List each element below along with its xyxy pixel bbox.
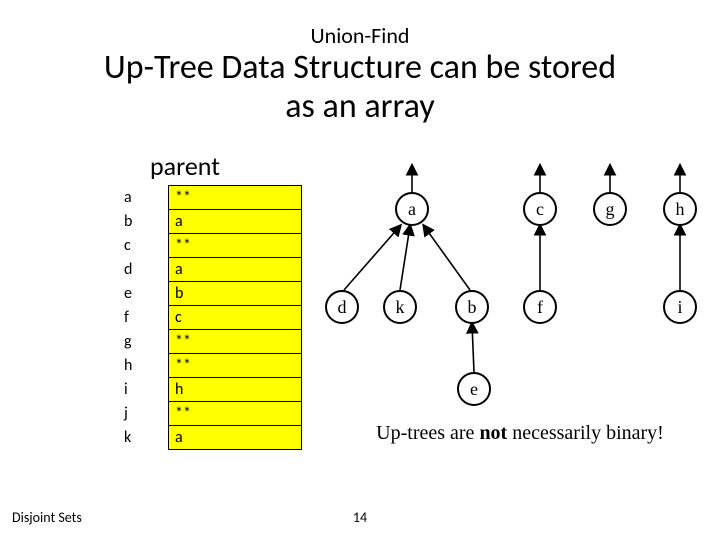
idx-cell: i <box>120 378 169 402</box>
idx-cell: d <box>120 258 169 282</box>
node-i: i <box>663 290 697 324</box>
table-row: a** <box>120 186 302 210</box>
slide-title: Up-Tree Data Structure can be stored as … <box>0 48 720 126</box>
node-d: d <box>325 290 359 324</box>
idx-cell: f <box>120 306 169 330</box>
table-row: c** <box>120 234 302 258</box>
up-tree-forest: a c g h d k b f i e <box>300 160 710 420</box>
idx-cell: h <box>120 354 169 378</box>
val-cell: ** <box>169 354 302 378</box>
val-cell: h <box>169 378 302 402</box>
val-cell: ** <box>169 330 302 354</box>
node-c: c <box>523 192 557 226</box>
table-row: g** <box>120 330 302 354</box>
parent-array-header: parent <box>150 150 220 182</box>
node-b: b <box>455 290 489 324</box>
table-row: ka <box>120 426 302 450</box>
table-row: j** <box>120 402 302 426</box>
forest-arrows-icon <box>300 160 710 420</box>
node-g: g <box>593 192 627 226</box>
page-number: 14 <box>0 509 720 526</box>
idx-cell: j <box>120 402 169 426</box>
val-cell: b <box>169 282 302 306</box>
title-line-2: as an array <box>285 86 434 127</box>
slide-supertitle: Union-Find <box>0 22 720 49</box>
val-cell: a <box>169 258 302 282</box>
table-row: da <box>120 258 302 282</box>
val-cell: c <box>169 306 302 330</box>
table-row: h** <box>120 354 302 378</box>
val-cell: a <box>169 426 302 450</box>
table-row: eb <box>120 282 302 306</box>
table-row: ih <box>120 378 302 402</box>
forest-caption: Up-trees are not necessarily binary! <box>330 422 710 445</box>
table-row: fc <box>120 306 302 330</box>
title-line-1: Up-Tree Data Structure can be stored <box>104 47 616 88</box>
idx-cell: k <box>120 426 169 450</box>
idx-cell: g <box>120 330 169 354</box>
slide: Union-Find Up-Tree Data Structure can be… <box>0 0 720 540</box>
table-row: ba <box>120 210 302 234</box>
idx-cell: c <box>120 234 169 258</box>
node-h: h <box>663 192 697 226</box>
caption-emphasis: not <box>479 422 507 444</box>
caption-pre: Up-trees are <box>376 422 479 444</box>
idx-cell: a <box>120 186 169 210</box>
val-cell: ** <box>169 234 302 258</box>
parent-array-table: a** ba c** da eb fc g** h** ih j** ka <box>120 185 302 450</box>
val-cell: ** <box>169 402 302 426</box>
idx-cell: e <box>120 282 169 306</box>
node-a: a <box>395 192 429 226</box>
val-cell: a <box>169 210 302 234</box>
val-cell: ** <box>169 186 302 210</box>
caption-post: necessarily binary! <box>507 422 664 444</box>
node-f: f <box>523 290 557 324</box>
idx-cell: b <box>120 210 169 234</box>
node-k: k <box>383 290 417 324</box>
node-e: e <box>457 372 491 406</box>
